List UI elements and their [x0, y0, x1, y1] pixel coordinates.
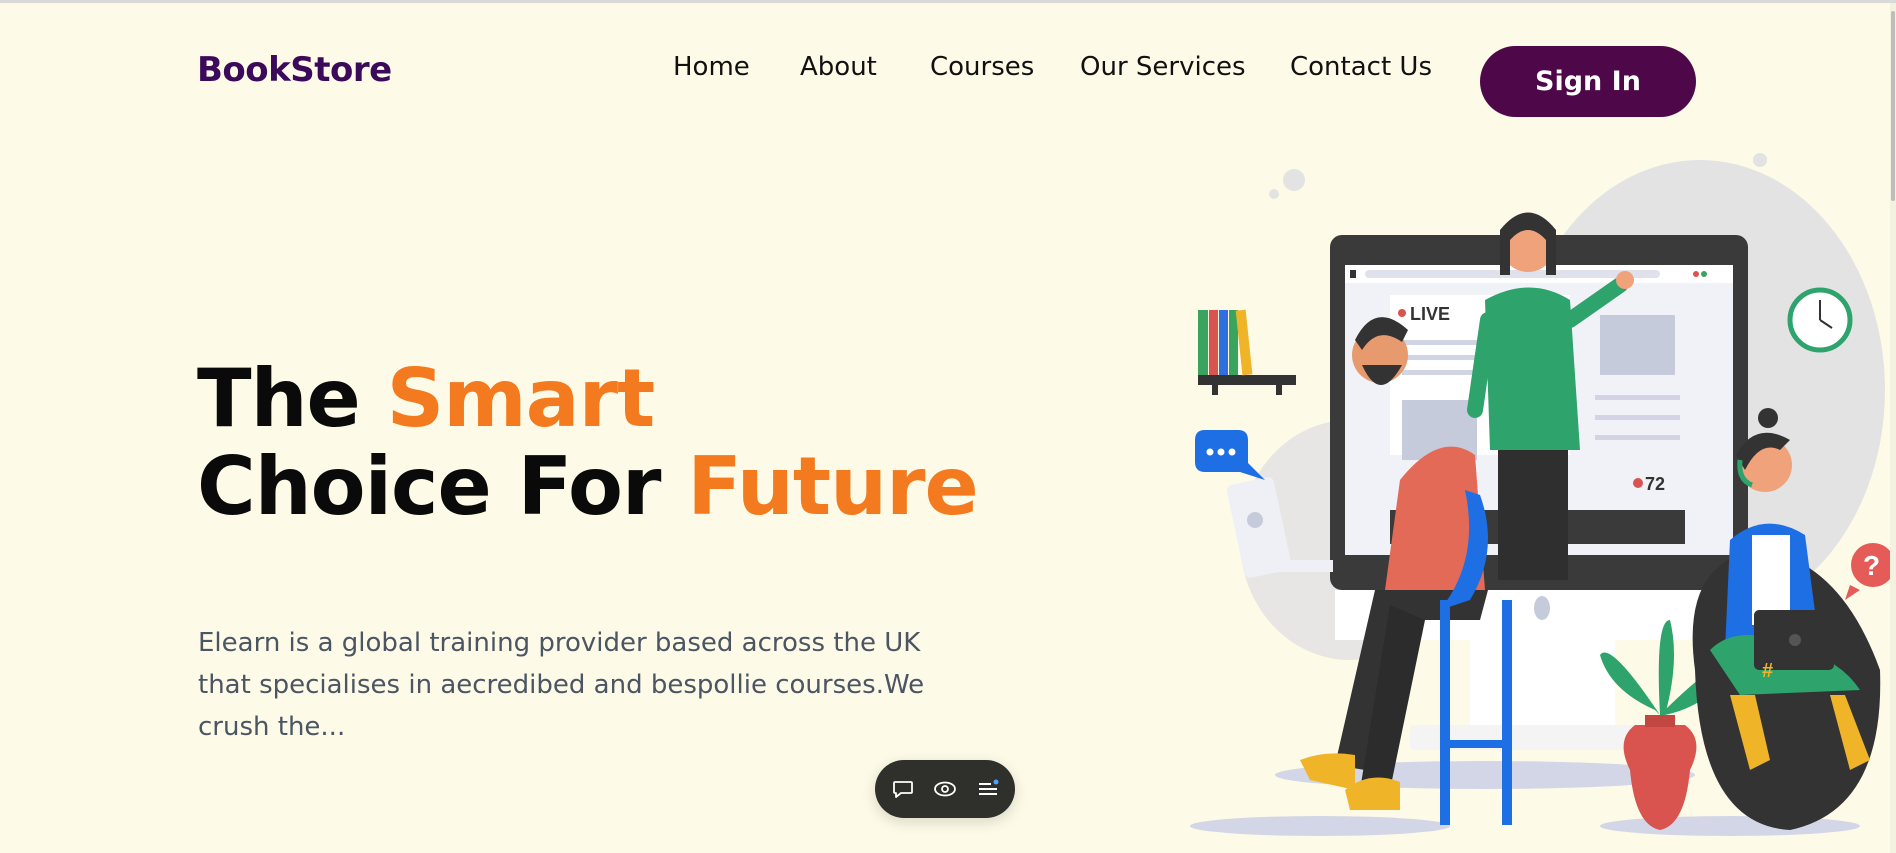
decor-circle	[1283, 169, 1305, 191]
hero-title-accent-smart: Smart	[386, 352, 656, 445]
live-label: LIVE	[1410, 304, 1450, 324]
hero-title-part1: The	[197, 352, 387, 445]
viewer-count: 72	[1645, 474, 1665, 494]
hero-title-part2: Choice For	[197, 440, 688, 533]
site-logo[interactable]: BookStore	[197, 50, 392, 90]
chat-bubble-icon	[1195, 430, 1265, 480]
decor-circle	[1771, 186, 1791, 206]
floor-shadow	[1190, 816, 1450, 836]
hero-description: Elearn is a global training provider bas…	[198, 628, 925, 742]
comment-icon[interactable]	[888, 774, 918, 804]
top-border	[0, 0, 1896, 3]
sign-in-button[interactable]: Sign In	[1480, 46, 1696, 117]
scrollbar-thumb[interactable]	[1891, 11, 1895, 201]
nav-about[interactable]: About	[800, 52, 877, 82]
hero-title-accent-future: Future	[687, 440, 979, 533]
hero-illustration: LIVE 72 # ?	[1190, 153, 1890, 836]
floor-shadow	[1600, 816, 1860, 836]
nav-contact-us[interactable]: Contact Us	[1290, 52, 1432, 82]
svg-text:#: #	[1762, 660, 1773, 682]
menu-icon[interactable]	[973, 774, 1003, 804]
nav-home[interactable]: Home	[673, 52, 750, 82]
eye-icon[interactable]	[930, 774, 960, 804]
decor-circle	[1269, 189, 1279, 199]
svg-text:?: ?	[1863, 550, 1880, 581]
bookshelf-icon	[1198, 309, 1296, 395]
hero-title: The Smart Choice For Future	[197, 352, 979, 533]
decor-circle	[1753, 153, 1767, 167]
clock-icon	[1787, 287, 1853, 353]
page-scrollbar[interactable]	[1890, 3, 1896, 853]
floating-toolbar	[875, 760, 1015, 818]
nav-our-services[interactable]: Our Services	[1080, 52, 1246, 82]
nav-courses[interactable]: Courses	[930, 52, 1034, 82]
question-bubble-icon: ?	[1845, 543, 1890, 600]
